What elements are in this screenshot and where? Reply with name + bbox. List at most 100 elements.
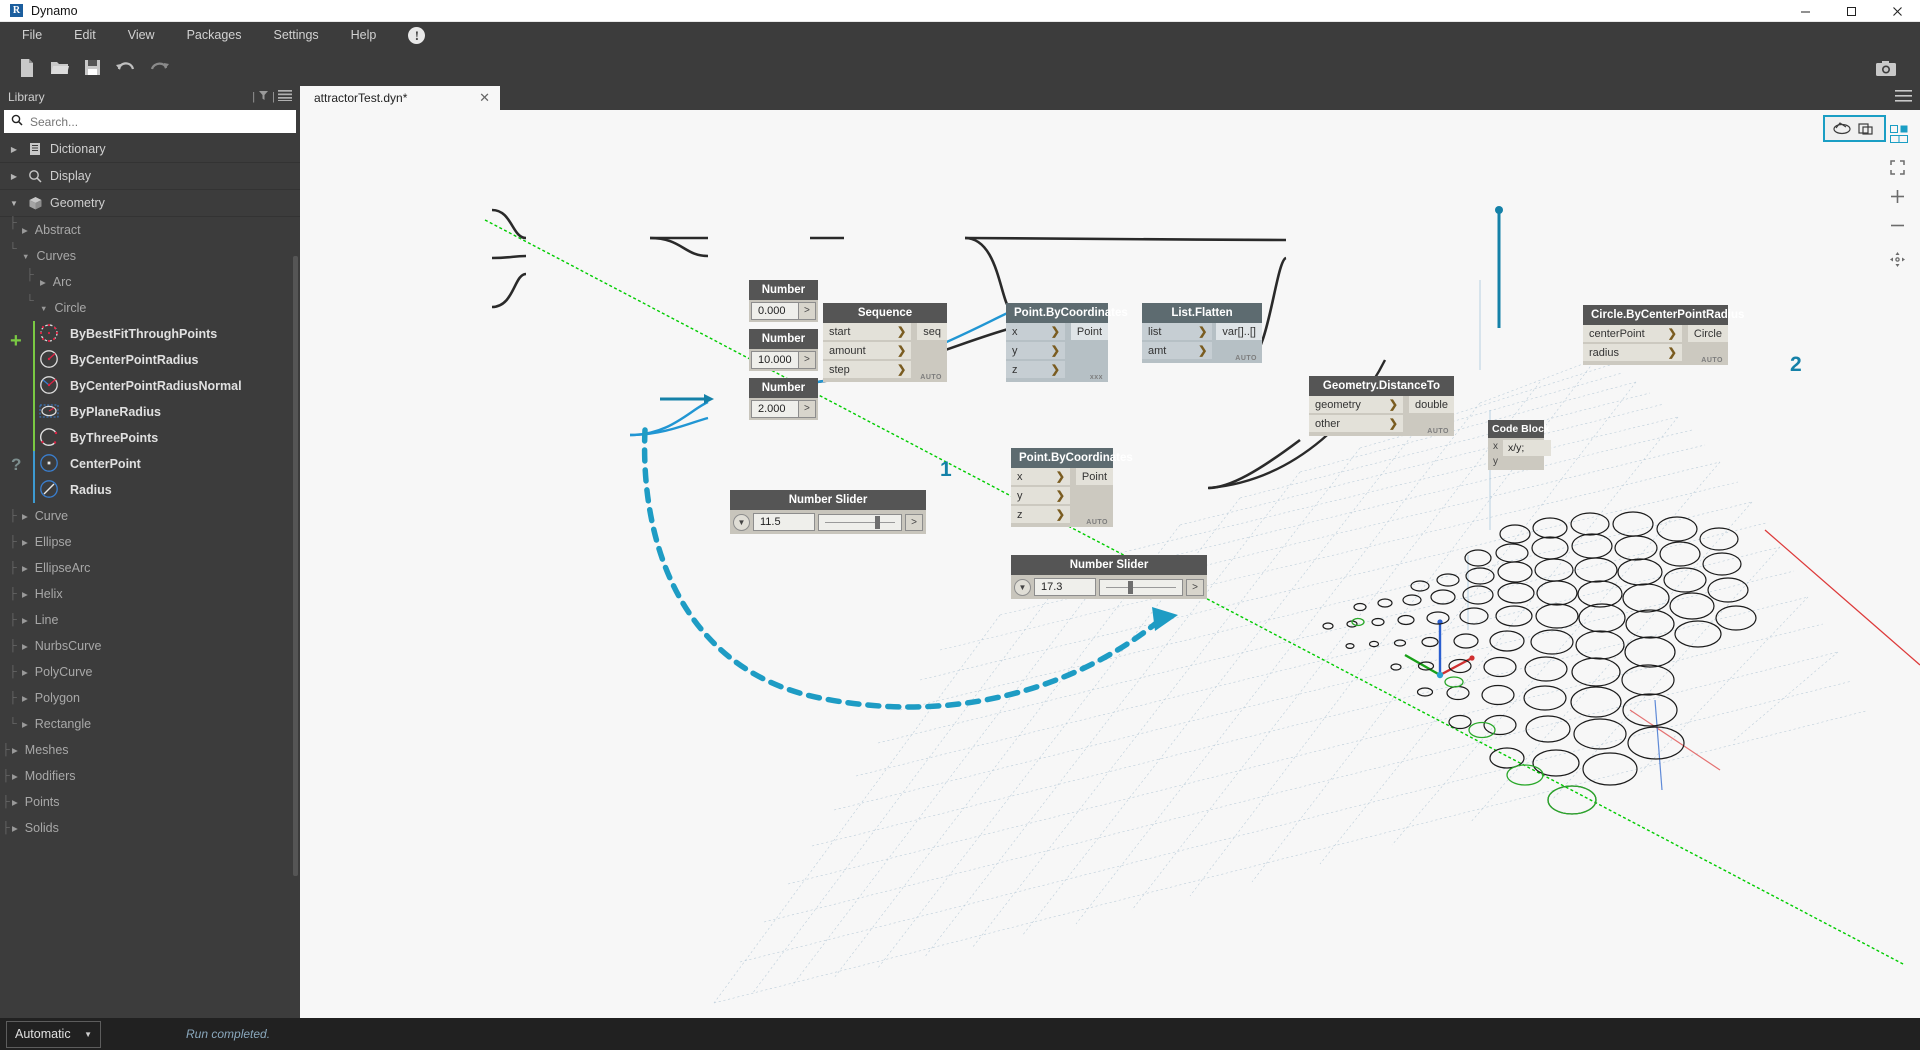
output-port-circle[interactable]: Circle (1687, 325, 1728, 342)
slider-track[interactable] (1099, 578, 1184, 596)
menu-item-edit[interactable]: Edit (58, 22, 112, 49)
list-icon[interactable] (278, 89, 292, 104)
library-member-bybestfitthroughpoints[interactable]: ByBestFitThroughPoints (0, 321, 300, 347)
open-icon[interactable] (43, 53, 76, 83)
new-icon[interactable] (10, 53, 43, 83)
library-subitem-polycurve[interactable]: ├ ▶ PolyCurve (0, 659, 300, 685)
input-port-other[interactable]: other ❯ (1309, 415, 1403, 432)
library-subitem-ellipsearc[interactable]: ├ ▶ EllipseArc (0, 555, 300, 581)
hamburger-icon[interactable] (1895, 90, 1912, 105)
close-button[interactable] (1874, 0, 1920, 22)
menu-item-file[interactable]: File (6, 22, 58, 49)
maximize-view-icon[interactable] (1890, 160, 1905, 178)
library-subitem-meshes[interactable]: ├ ▶ Meshes (0, 737, 300, 763)
menu-item-packages[interactable]: Packages (171, 22, 258, 49)
input-port-step[interactable]: step ❯ (823, 361, 912, 378)
library-subitem-helix[interactable]: ├ ▶ Helix (0, 581, 300, 607)
input-port-list[interactable]: list ❯ (1142, 323, 1213, 340)
library-member-radius[interactable]: Radius (0, 477, 300, 503)
node-list-flatten[interactable]: List.Flatten list ❯ amt ❯ var[]..[] AUTO (1142, 303, 1262, 363)
nav-mode-pill[interactable] (1823, 115, 1886, 142)
graph-canvas[interactable]: 1 2 Number 0.000 > Number 10.000 > Numbe… (300, 110, 1920, 1018)
output-port-var[interactable]: var[]..[] (1216, 323, 1262, 340)
library-subitem-arc[interactable]: ├ ▶ Arc (0, 269, 300, 295)
library-subitem-abstract[interactable]: ├ ▶ Abstract (0, 217, 300, 243)
close-icon[interactable]: ✕ (479, 90, 490, 106)
camera-icon[interactable] (1869, 53, 1902, 83)
tab-attractortest[interactable]: attractorTest.dyn* ✕ (300, 86, 500, 110)
library-subitem-points[interactable]: ├ ▶ Points (0, 789, 300, 815)
library-subitem-curves[interactable]: └ ▼ Curves (0, 243, 300, 269)
input-port-y[interactable]: y (1488, 455, 1503, 470)
menu-item-settings[interactable]: Settings (257, 22, 334, 49)
node-number-2[interactable]: Number 10.000 > (749, 329, 818, 371)
node-number-slider-1[interactable]: Number Slider ▼ 11.5 > (730, 490, 926, 534)
node-number-3[interactable]: Number 2.000 > (749, 378, 818, 420)
library-category-geometry[interactable]: ▼ Geometry (0, 190, 300, 217)
input-port-centerpoint[interactable]: centerPoint ❯ (1583, 325, 1682, 342)
search-input[interactable] (30, 114, 289, 129)
input-port-y[interactable]: y ❯ (1006, 342, 1065, 359)
library-member-centerpoint[interactable]: CenterPoint (0, 451, 300, 477)
library-member-byplaneradius[interactable]: ByPlaneRadius (0, 399, 300, 425)
menu-item-view[interactable]: View (112, 22, 171, 49)
expand-icon[interactable]: ▼ (1014, 578, 1031, 596)
node-geometry-distanceto[interactable]: Geometry.DistanceTo geometry ❯ other ❯ d… (1309, 376, 1454, 436)
node-code-block[interactable]: Code Block x y x/y; (1488, 420, 1551, 470)
zoom-in-icon[interactable] (1890, 189, 1905, 207)
library-category-dictionary[interactable]: ▶ Dictionary (0, 136, 300, 163)
library-subitem-modifiers[interactable]: ├ ▶ Modifiers (0, 763, 300, 789)
number-input[interactable]: 10.000 (751, 351, 799, 369)
library-subitem-ellipse[interactable]: ├ ▶ Ellipse (0, 529, 300, 555)
node-point-bycoordinates-1[interactable]: Point.ByCoordinates x ❯ y ❯ z ❯ Point xx… (1006, 303, 1128, 382)
library-subitem-line[interactable]: ├ ▶ Line (0, 607, 300, 633)
library-subitem-solids[interactable]: ├ ▶ Solids (0, 815, 300, 841)
library-subitem-rectangle[interactable]: └ ▶ Rectangle (0, 711, 300, 737)
library-subitem-curve[interactable]: ├ ▶ Curve (0, 503, 300, 529)
library-subitem-polygon[interactable]: ├ ▶ Polygon (0, 685, 300, 711)
input-port-z[interactable]: z ❯ (1011, 506, 1070, 523)
minimize-button[interactable] (1782, 0, 1828, 22)
undo-icon[interactable] (109, 53, 142, 83)
node-circle-bycenterpointradius[interactable]: Circle.ByCenterPointRadius centerPoint ❯… (1583, 305, 1744, 365)
input-port-start[interactable]: start ❯ (823, 323, 912, 340)
library-member-bycenterpointradiusnormal[interactable]: ByCenterPointRadiusNormal (0, 373, 300, 399)
node-number-1[interactable]: Number 0.000 > (749, 280, 818, 322)
output-port[interactable]: > (799, 302, 816, 320)
slider-value-input[interactable]: 11.5 (753, 513, 815, 531)
library-tree[interactable]: ▶ Dictionary ▶ Display ▼ Geometry ├ ▶ Ab… (0, 136, 300, 1018)
input-port-radius[interactable]: radius ❯ (1583, 344, 1682, 361)
maximize-button[interactable] (1828, 0, 1874, 22)
library-scrollbar[interactable] (293, 256, 298, 876)
expand-icon[interactable]: ▼ (733, 513, 750, 531)
output-port-double[interactable]: double (1408, 396, 1454, 413)
output-port-seq[interactable]: seq (917, 323, 947, 340)
node-point-bycoordinates-2[interactable]: Point.ByCoordinates x ❯ y ❯ z ❯ Point AU… (1011, 448, 1133, 527)
input-port-x[interactable]: x ❯ (1006, 323, 1065, 340)
redo-icon[interactable] (142, 53, 175, 83)
node-sequence[interactable]: Sequence start ❯ amount ❯ step ❯ seq AUT… (823, 303, 947, 382)
orbit-icon[interactable] (1832, 121, 1852, 136)
pan-tool-icon[interactable] (1889, 251, 1906, 271)
save-icon[interactable] (76, 53, 109, 83)
input-port-geometry[interactable]: geometry ❯ (1309, 396, 1403, 413)
input-port-amt[interactable]: amt ❯ (1142, 342, 1213, 359)
slider-thumb[interactable] (874, 515, 880, 529)
library-member-bythreepoints[interactable]: ByThreePoints (0, 425, 300, 451)
library-category-display[interactable]: ▶ Display (0, 163, 300, 190)
menu-item-help[interactable]: Help (335, 22, 393, 49)
input-port-y[interactable]: y ❯ (1011, 487, 1070, 504)
output-port[interactable]: > (1186, 578, 1204, 596)
library-subitem-nurbscurve[interactable]: ├ ▶ NurbsCurve (0, 633, 300, 659)
output-port[interactable]: > (799, 400, 816, 418)
library-subitem-circle[interactable]: └ ▼ Circle (0, 295, 300, 321)
slider-thumb[interactable] (1127, 580, 1133, 594)
slider-track[interactable] (818, 513, 903, 531)
search-bar[interactable] (4, 110, 296, 133)
input-port-x[interactable]: x (1488, 440, 1503, 455)
slider-value-input[interactable]: 17.3 (1034, 578, 1096, 596)
output-port-point[interactable]: Point (1070, 323, 1108, 340)
notification-alert-icon[interactable]: ! (408, 27, 426, 44)
input-port-amount[interactable]: amount ❯ (823, 342, 912, 359)
input-port-z[interactable]: z ❯ (1006, 361, 1065, 378)
